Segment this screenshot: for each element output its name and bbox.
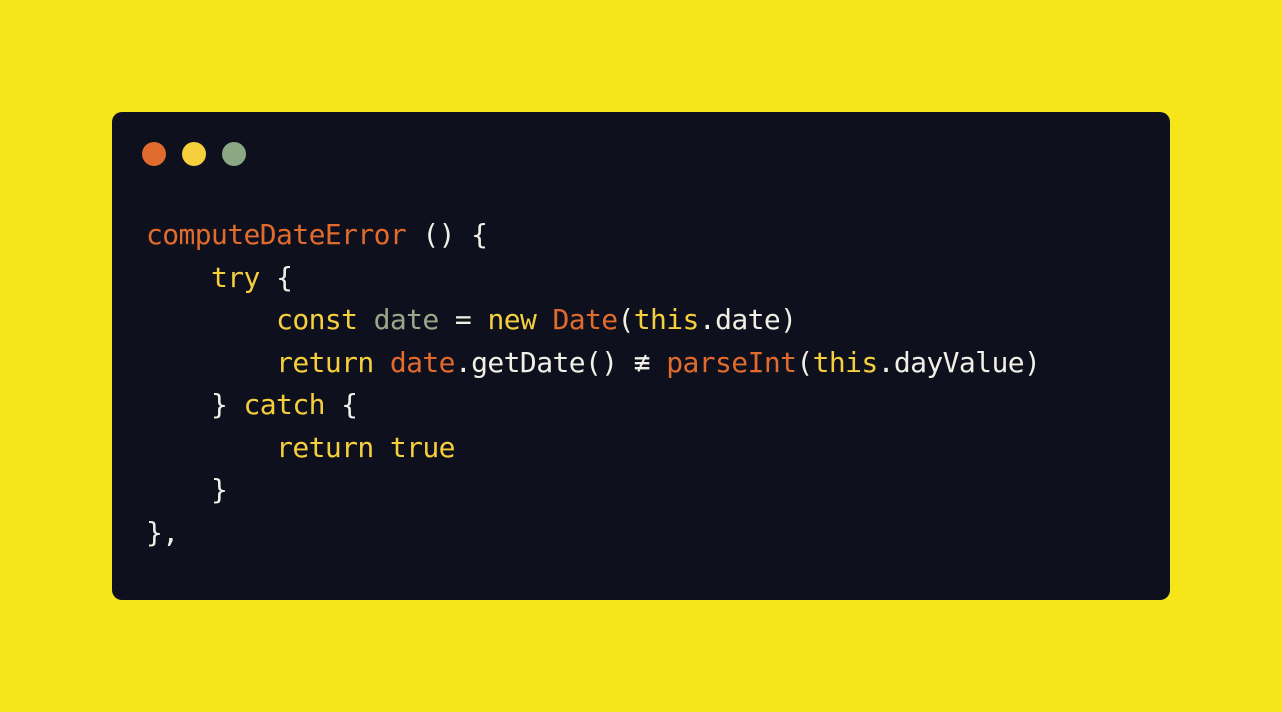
code-token: computeDateError: [146, 218, 407, 251]
code-line: } catch {: [146, 384, 1040, 427]
code-token: () {: [406, 218, 488, 251]
code-line: }: [146, 469, 1040, 512]
code-token: },: [146, 515, 179, 549]
code-line: },: [146, 512, 1040, 555]
code-token: date: [373, 303, 440, 336]
code-line: return date.getDate() ≢ parseInt(this.da…: [146, 342, 1041, 385]
close-dot[interactable]: [142, 142, 166, 166]
minimize-dot[interactable]: [182, 142, 206, 166]
code-line: computeDateError () {: [146, 214, 1040, 257]
code-token: {: [259, 260, 293, 294]
code-token: }: [211, 388, 244, 421]
code-token: .getDate(): [454, 345, 634, 379]
code-token: =: [438, 303, 488, 336]
code-token: return: [276, 430, 374, 464]
code-token: try: [211, 260, 260, 294]
code-token: {: [324, 388, 358, 421]
code-line: const date = new Date(this.date): [146, 299, 1040, 342]
code-line: try {: [146, 257, 1040, 300]
code-window: computeDateError () { try { const date =…: [112, 112, 1170, 600]
maximize-dot[interactable]: [222, 142, 246, 166]
code-token: date: [389, 345, 456, 379]
code-token: .date): [698, 303, 797, 336]
code-token: }: [211, 473, 228, 506]
code-token: .dayValue): [877, 345, 1041, 379]
window-controls: [142, 142, 262, 166]
code-token: (: [617, 303, 635, 336]
code-token: parseInt: [666, 345, 797, 379]
code-token: const: [276, 303, 358, 336]
code-token: catch: [243, 388, 326, 421]
code-token: ≢: [633, 345, 651, 379]
code-token: this: [812, 345, 879, 379]
code-line: return true: [146, 427, 1040, 470]
code-token: Date: [552, 303, 618, 336]
code-token: (: [796, 345, 813, 379]
code-token: new: [487, 303, 537, 336]
code-token: true: [389, 430, 456, 464]
code-block: computeDateError () { try { const date =…: [146, 214, 1041, 555]
code-token: this: [633, 303, 700, 336]
code-token: return: [276, 345, 374, 379]
